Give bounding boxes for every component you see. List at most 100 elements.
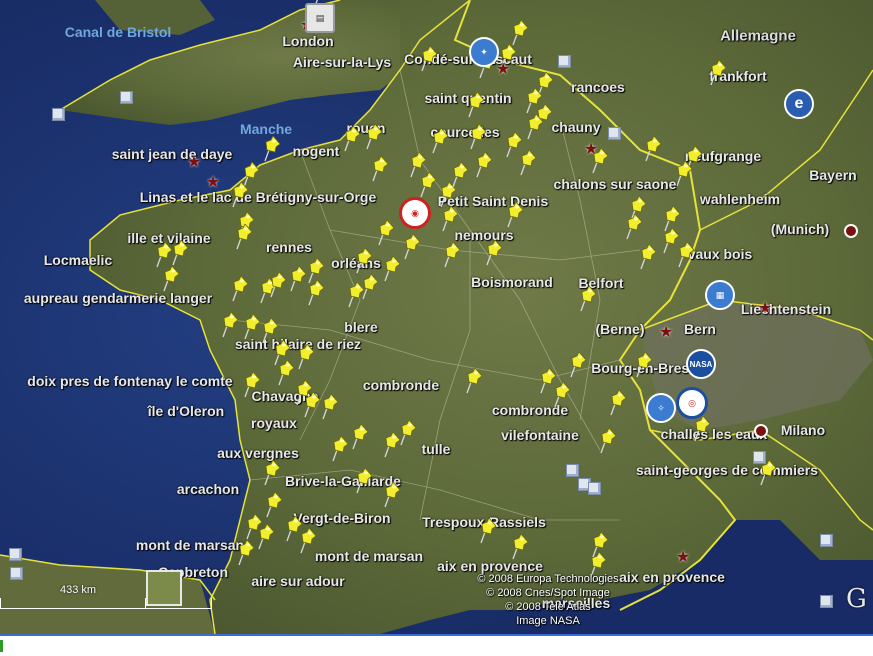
yellow-pushpin-icon[interactable] [400, 234, 420, 260]
yellow-pushpin-icon[interactable] [368, 156, 388, 182]
yellow-pushpin-icon[interactable] [240, 314, 260, 340]
yellow-pushpin-icon[interactable] [348, 424, 368, 450]
yellow-pushpin-icon[interactable] [576, 286, 596, 312]
yellow-pushpin-icon[interactable] [466, 124, 486, 150]
capital-dot-icon[interactable] [754, 424, 768, 438]
photo-placemark-icon[interactable] [820, 595, 833, 608]
yellow-pushpin-icon[interactable] [438, 206, 458, 232]
place-label-aire-sur-adour[interactable]: aire sur adour [251, 573, 344, 589]
star-placemark-icon[interactable]: ★ [205, 175, 221, 191]
photo-placemark-icon[interactable] [566, 464, 579, 477]
nasa-logo-icon[interactable]: NASA [686, 349, 716, 379]
place-label-mont-de-marsan2[interactable]: mont de marsan [315, 548, 423, 564]
photo-placemark-icon[interactable] [588, 482, 601, 495]
yellow-pushpin-icon[interactable] [358, 274, 378, 300]
place-label-berne[interactable]: (Berne) [595, 321, 644, 337]
place-label-vaux-bois[interactable]: vaux bois [688, 246, 753, 262]
building-logo-icon[interactable]: ▦ [705, 280, 735, 310]
yellow-pushpin-icon[interactable] [476, 518, 496, 544]
place-label-ile-d-oleron[interactable]: île d'Oleron [148, 403, 224, 419]
yellow-pushpin-icon[interactable] [690, 416, 710, 442]
yellow-pushpin-icon[interactable] [516, 150, 536, 176]
yellow-pushpin-icon[interactable] [596, 428, 616, 454]
target-logo-icon[interactable]: ◉ [399, 197, 431, 229]
photo-placemark-icon[interactable] [820, 534, 833, 547]
place-label-london[interactable]: London [282, 33, 333, 49]
yellow-pushpin-icon[interactable] [260, 136, 280, 162]
yellow-pushpin-icon[interactable] [641, 136, 661, 162]
place-label-aux-vergnes[interactable]: aux vergnes [217, 445, 299, 461]
star-placemark-icon[interactable]: ★ [757, 301, 773, 317]
place-label-locmaelic[interactable]: Locmaelic [44, 252, 112, 268]
place-label-blere[interactable]: blere [344, 319, 377, 335]
yellow-pushpin-icon[interactable] [550, 382, 570, 408]
yellow-pushpin-icon[interactable] [462, 368, 482, 394]
agency-logo-icon[interactable]: ✦ [469, 37, 499, 67]
yellow-pushpin-icon[interactable] [328, 436, 348, 462]
yellow-pushpin-icon[interactable] [296, 528, 316, 554]
yellow-pushpin-icon[interactable] [240, 372, 260, 398]
yellow-pushpin-icon[interactable] [396, 420, 416, 446]
yellow-pushpin-icon[interactable] [380, 482, 400, 508]
yellow-pushpin-icon[interactable] [508, 534, 528, 560]
photo-placemark-icon[interactable] [120, 91, 133, 104]
yellow-pushpin-icon[interactable] [262, 492, 282, 518]
place-label-linas[interactable]: Linas et le lac de Brétigny-sur-Orge [140, 189, 377, 205]
photo-placemark-icon[interactable] [608, 127, 621, 140]
place-label-wahlenheim[interactable]: wahlenheim [700, 191, 780, 207]
place-label-boismorand[interactable]: Boismorand [471, 274, 553, 290]
yellow-pushpin-icon[interactable] [416, 172, 436, 198]
place-label-saint-jean-de-daye[interactable]: saint jean de daye [112, 146, 233, 162]
yellow-pushpin-icon[interactable] [706, 60, 726, 86]
yellow-pushpin-icon[interactable] [274, 360, 294, 386]
place-label-canal-de-bristol[interactable]: Canal de Bristol [65, 24, 172, 40]
place-label-arcachon[interactable]: arcachon [177, 481, 239, 497]
place-label-combronde[interactable]: combronde [363, 377, 439, 393]
place-label-mont-de-marsan[interactable]: mont de marsan [136, 537, 244, 553]
yellow-pushpin-icon[interactable] [266, 272, 286, 298]
satellite-logo-icon[interactable]: ✧ [646, 393, 676, 423]
yellow-pushpin-icon[interactable] [318, 394, 338, 420]
photo-placemark-icon[interactable] [52, 108, 65, 121]
yellow-pushpin-icon[interactable] [440, 242, 460, 268]
yellow-pushpin-icon[interactable] [523, 114, 543, 140]
yellow-pushpin-icon[interactable] [632, 352, 652, 378]
yellow-pushpin-icon[interactable] [482, 240, 502, 266]
yellow-pushpin-icon[interactable] [428, 128, 448, 154]
place-label-bern[interactable]: Bern [684, 321, 716, 337]
yellow-pushpin-icon[interactable] [672, 161, 692, 187]
star-placemark-icon[interactable]: ★ [186, 155, 202, 171]
place-label-aupreau[interactable]: aupreau gendarmerie langer [24, 290, 212, 306]
place-label-vilefontaine[interactable]: vilefontaine [501, 427, 579, 443]
yellow-pushpin-icon[interactable] [294, 344, 314, 370]
yellow-pushpin-icon[interactable] [362, 124, 382, 150]
newspaper-logo-icon[interactable]: ▤ [305, 3, 335, 33]
yellow-pushpin-icon[interactable] [352, 468, 372, 494]
yellow-pushpin-icon[interactable] [300, 392, 320, 418]
yellow-pushpin-icon[interactable] [464, 92, 484, 118]
yellow-pushpin-icon[interactable] [374, 220, 394, 246]
yellow-pushpin-icon[interactable] [380, 256, 400, 282]
photo-placemark-icon[interactable] [9, 548, 22, 561]
target-logo-icon[interactable]: ◎ [676, 387, 708, 419]
star-placemark-icon[interactable]: ★ [675, 550, 691, 566]
yellow-pushpin-icon[interactable] [254, 524, 274, 550]
place-label-chalons-sur-saone[interactable]: chalons sur saone [554, 176, 677, 192]
yellow-pushpin-icon[interactable] [286, 266, 306, 292]
place-label-bayern[interactable]: Bayern [809, 167, 856, 183]
yellow-pushpin-icon[interactable] [218, 312, 238, 338]
yellow-pushpin-icon[interactable] [622, 214, 642, 240]
place-label-nogent[interactable]: nogent [293, 143, 340, 159]
overview-thumbnail[interactable] [146, 570, 182, 606]
place-label-chauny[interactable]: chauny [551, 119, 600, 135]
place-label-munich[interactable]: (Munich) [771, 221, 829, 237]
esa-logo-icon[interactable]: e [784, 89, 814, 119]
yellow-pushpin-icon[interactable] [566, 352, 586, 378]
photo-placemark-icon[interactable] [753, 451, 766, 464]
yellow-pushpin-icon[interactable] [674, 242, 694, 268]
place-label-vergt[interactable]: Vergt-de-Biron [293, 510, 390, 526]
satellite-map[interactable]: Canal de Bristol Manche Allemagne London Air… [0, 0, 873, 634]
yellow-pushpin-icon[interactable] [234, 540, 254, 566]
yellow-pushpin-icon[interactable] [636, 244, 656, 270]
capital-dot-icon[interactable] [844, 224, 858, 238]
